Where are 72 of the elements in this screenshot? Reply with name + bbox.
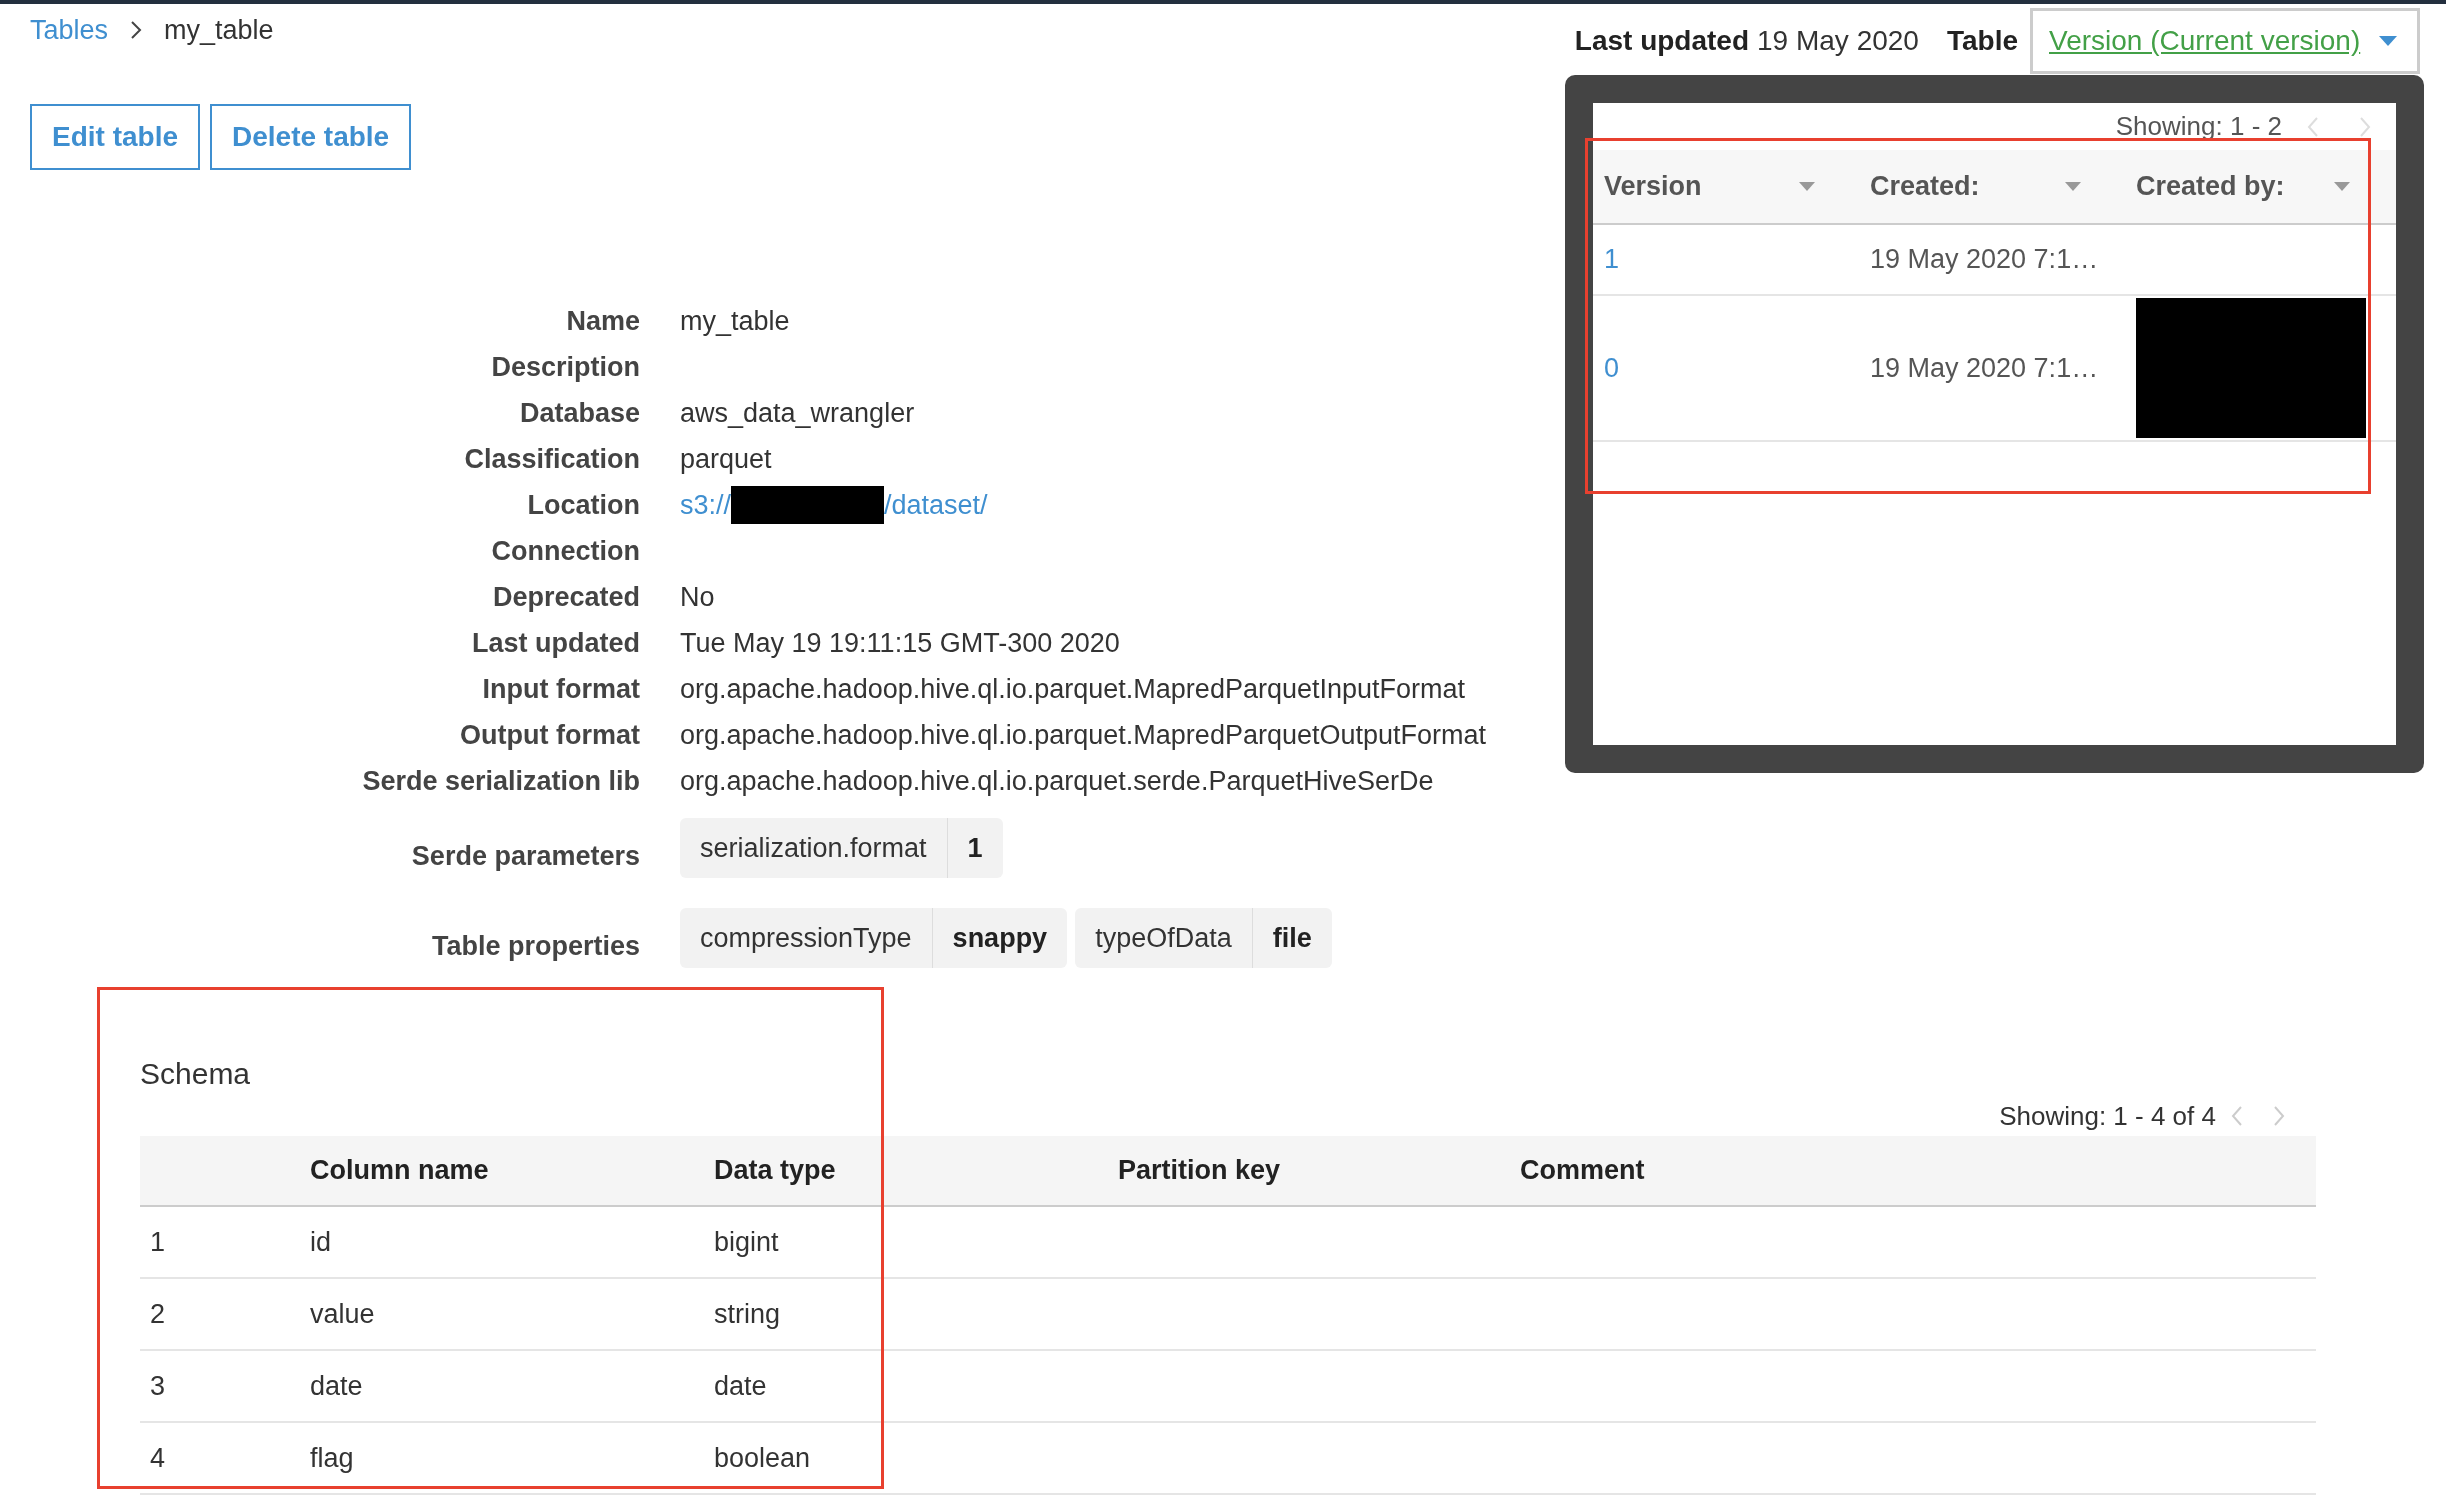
sort-caret-icon [2334, 182, 2350, 191]
field-label: Serde parameters [410, 839, 640, 873]
field-label: Name [565, 304, 640, 338]
chevron-icon [130, 20, 143, 41]
previous-page-icon[interactable] [2306, 115, 2320, 138]
table-cell: boolean [714, 1442, 811, 1473]
field-label: Database [518, 396, 640, 430]
field-label: Deprecated [491, 580, 640, 614]
table-cell: 4 [150, 1442, 166, 1473]
last-updated-value: 19 May 2020 [1757, 24, 1919, 58]
caret-icon [2379, 36, 2397, 46]
next-page-icon[interactable] [2272, 1105, 2286, 1127]
chip-value: file [1251, 908, 1332, 968]
sort-caret-icon [2065, 182, 2081, 191]
breadcrumb-link[interactable]: Tables [30, 10, 109, 51]
chip-value: snappy [931, 908, 1068, 968]
field-value: org.apache.hadoop.hive.ql.io.parquet.serde.ParquetHiveSerDe [680, 764, 1434, 798]
chip-value: 1 [946, 818, 1003, 878]
column-header[interactable]: Created: [1859, 166, 2125, 207]
location-link[interactable]: s3:// [680, 484, 732, 526]
field-label: Location [526, 488, 640, 522]
version-link[interactable]: 0 [1604, 352, 1620, 383]
chip-key: serialization.format [680, 827, 947, 869]
column-header[interactable]: Created by: [2125, 166, 2394, 207]
field-label: Output format [459, 718, 640, 752]
table-cell: string [714, 1298, 781, 1329]
table-cell: bigint [714, 1226, 779, 1257]
field-label: Classification [463, 442, 640, 476]
column-header[interactable]: Version [1593, 166, 1859, 207]
field-label: Description [490, 350, 640, 384]
table-cell: date [310, 1370, 363, 1401]
last-updated-label: Last updated [1574, 24, 1750, 58]
field-value: parquet [680, 442, 772, 476]
previous-page-icon[interactable] [2230, 1105, 2244, 1127]
action-button[interactable]: Delete table [210, 104, 412, 170]
chip-key: typeOfData [1075, 917, 1252, 959]
table-cell: 2 [150, 1298, 166, 1329]
version-dropdown[interactable]: Version (Current version) [2030, 8, 2420, 74]
field-label: Table properties [430, 929, 640, 963]
version-link[interactable]: 1 [1604, 244, 1620, 275]
field-value: No [680, 580, 715, 614]
next-page-icon[interactable] [2358, 115, 2372, 138]
table-cell: 3 [150, 1370, 166, 1401]
table-label: Table [1946, 24, 2018, 58]
field-label: Serde serialization lib [361, 764, 640, 798]
pagination-text: Showing: 1 - 2 [2115, 110, 2282, 143]
table-cell: 19 May 2020 7:1… [1870, 244, 2099, 275]
chip-key: compressionType [680, 917, 932, 959]
field-value: my_table [680, 304, 790, 338]
field-value: Tue May 19 19:11:15 GMT-300 2020 [680, 626, 1120, 660]
column-header: Data type [714, 1154, 837, 1188]
location-link[interactable]: /dataset/ [884, 484, 988, 526]
column-header: Column name [310, 1154, 490, 1188]
table-cell: id [310, 1226, 331, 1257]
table-cell: date [714, 1370, 767, 1401]
field-label: Connection [490, 534, 640, 568]
column-header: Comment [1520, 1154, 1646, 1188]
table-cell: 19 May 2020 7:1… [1870, 352, 2099, 383]
field-value: aws_data_wrangler [680, 396, 915, 430]
table-cell: value [310, 1298, 375, 1329]
field-value: org.apache.hadoop.hive.ql.io.parquet.MapredParquetInputFormat [680, 672, 1466, 706]
action-button[interactable]: Edit table [30, 104, 200, 170]
sort-caret-icon [1799, 182, 1815, 191]
table-cell: flag [310, 1442, 354, 1473]
pagination-text: Showing: 1 - 4 of 4 [1999, 1099, 2216, 1133]
breadcrumb-current: my_table [164, 14, 274, 47]
field-value: org.apache.hadoop.hive.ql.io.parquet.MapredParquetOutputFormat [680, 718, 1487, 752]
field-label: Last updated [471, 626, 640, 660]
table-cell: 1 [150, 1226, 166, 1257]
column-header: Partition key [1118, 1154, 1282, 1188]
field-label: Input format [481, 672, 640, 706]
section-title: Schema [140, 1055, 251, 1092]
